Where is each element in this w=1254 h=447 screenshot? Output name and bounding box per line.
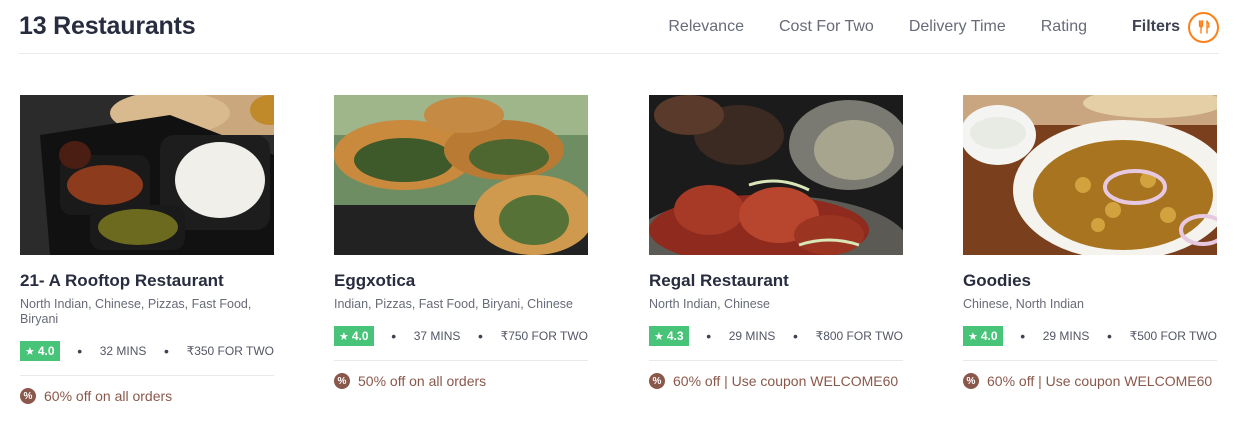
cost-for-two: ₹800 FOR TWO — [815, 329, 903, 343]
restaurant-card[interactable]: 21- A Rooftop Restaurant North Indian, C… — [20, 95, 274, 404]
offer-text: 60% off | Use coupon WELCOME60 — [987, 373, 1213, 389]
card-divider — [963, 360, 1217, 361]
card-divider — [649, 360, 903, 361]
separator-dot: • — [1020, 328, 1026, 344]
filters-button[interactable]: Filters — [1131, 11, 1219, 43]
offer: % 60% off | Use coupon WELCOME60 — [963, 373, 1217, 389]
delivery-time: 37 MINS — [413, 329, 461, 343]
offer: % 60% off | Use coupon WELCOME60 — [649, 373, 903, 389]
restaurant-cuisines: North Indian, Chinese, Pizzas, Fast Food… — [20, 297, 252, 326]
restaurant-meta: ★ 4.3 • 29 MINS • ₹800 FOR TWO — [649, 326, 903, 346]
separator-dot: • — [164, 343, 169, 359]
delivery-time: 29 MINS — [1042, 329, 1090, 343]
delivery-time: 29 MINS — [728, 329, 776, 343]
filters-label: Filters — [1131, 18, 1180, 35]
separator-dot: • — [1107, 328, 1112, 344]
filter-utensils-icon — [1188, 11, 1219, 43]
restaurant-cuisines: North Indian, Chinese — [649, 297, 770, 311]
restaurant-image — [963, 95, 1217, 255]
listing-header: 13 Restaurants Relevance Cost For Two De… — [19, 0, 1219, 54]
restaurant-meta: ★ 4.0 • 37 MINS • ₹750 FOR TWO — [334, 326, 588, 346]
sort-rating[interactable]: Rating — [1041, 18, 1087, 36]
restaurant-image — [20, 95, 274, 255]
restaurant-cuisines: Chinese, North Indian — [963, 297, 1084, 311]
restaurant-card[interactable]: Goodies Chinese, North Indian ★ 4.0 • 29 … — [963, 95, 1217, 389]
separator-dot: • — [77, 343, 83, 359]
star-icon: ★ — [654, 330, 664, 343]
star-icon: ★ — [25, 345, 35, 358]
rating-badge: ★ 4.3 — [649, 326, 689, 346]
rating-value: 4.3 — [666, 329, 684, 343]
offer: % 50% off on all orders — [334, 373, 588, 389]
discount-icon: % — [963, 373, 979, 389]
restaurant-count-title: 13 Restaurants — [19, 12, 196, 40]
restaurant-name: Goodies — [963, 271, 1032, 290]
offer: % 60% off on all orders — [20, 388, 274, 404]
discount-icon: % — [334, 373, 350, 389]
card-divider — [334, 360, 588, 361]
rating-badge: ★ 4.0 — [20, 341, 60, 361]
card-divider — [20, 375, 274, 376]
separator-dot: • — [391, 328, 397, 344]
star-icon: ★ — [339, 330, 349, 343]
rating-value: 4.0 — [980, 329, 998, 343]
restaurant-name: Regal Restaurant — [649, 271, 789, 290]
sort-cost-for-two[interactable]: Cost For Two — [779, 18, 874, 36]
restaurant-meta: ★ 4.0 • 29 MINS • ₹500 FOR TWO — [963, 326, 1217, 346]
rating-value: 4.0 — [37, 344, 55, 358]
separator-dot: • — [478, 328, 483, 344]
cost-for-two: ₹500 FOR TWO — [1129, 329, 1217, 343]
sort-relevance[interactable]: Relevance — [668, 18, 744, 36]
restaurant-name: Eggxotica — [334, 271, 416, 290]
restaurant-image — [334, 95, 588, 255]
separator-dot: • — [706, 328, 712, 344]
restaurant-name: 21- A Rooftop Restaurant — [20, 271, 224, 290]
offer-text: 60% off | Use coupon WELCOME60 — [673, 373, 899, 389]
offer-text: 60% off on all orders — [44, 388, 173, 404]
restaurant-image — [649, 95, 903, 255]
cost-for-two: ₹750 FOR TWO — [500, 329, 588, 343]
discount-icon: % — [649, 373, 665, 389]
restaurant-cuisines: Indian, Pizzas, Fast Food, Biryani, Chin… — [334, 297, 574, 311]
rating-badge: ★ 4.0 — [963, 326, 1003, 346]
sort-bar: Relevance Cost For Two Delivery Time Rat… — [633, 0, 1219, 54]
rating-value: 4.0 — [351, 329, 369, 343]
restaurant-card[interactable]: Eggxotica Indian, Pizzas, Fast Food, Bir… — [334, 95, 588, 389]
cost-for-two: ₹350 FOR TWO — [186, 344, 274, 358]
separator-dot: • — [793, 328, 798, 344]
restaurant-card[interactable]: Regal Restaurant North Indian, Chinese ★… — [649, 95, 903, 389]
offer-text: 50% off on all orders — [358, 373, 487, 389]
star-icon: ★ — [968, 330, 978, 343]
rating-badge: ★ 4.0 — [334, 326, 374, 346]
delivery-time: 32 MINS — [99, 344, 147, 358]
restaurant-meta: ★ 4.0 • 32 MINS • ₹350 FOR TWO — [20, 341, 274, 361]
discount-icon: % — [20, 388, 36, 404]
sort-delivery-time[interactable]: Delivery Time — [909, 18, 1006, 36]
